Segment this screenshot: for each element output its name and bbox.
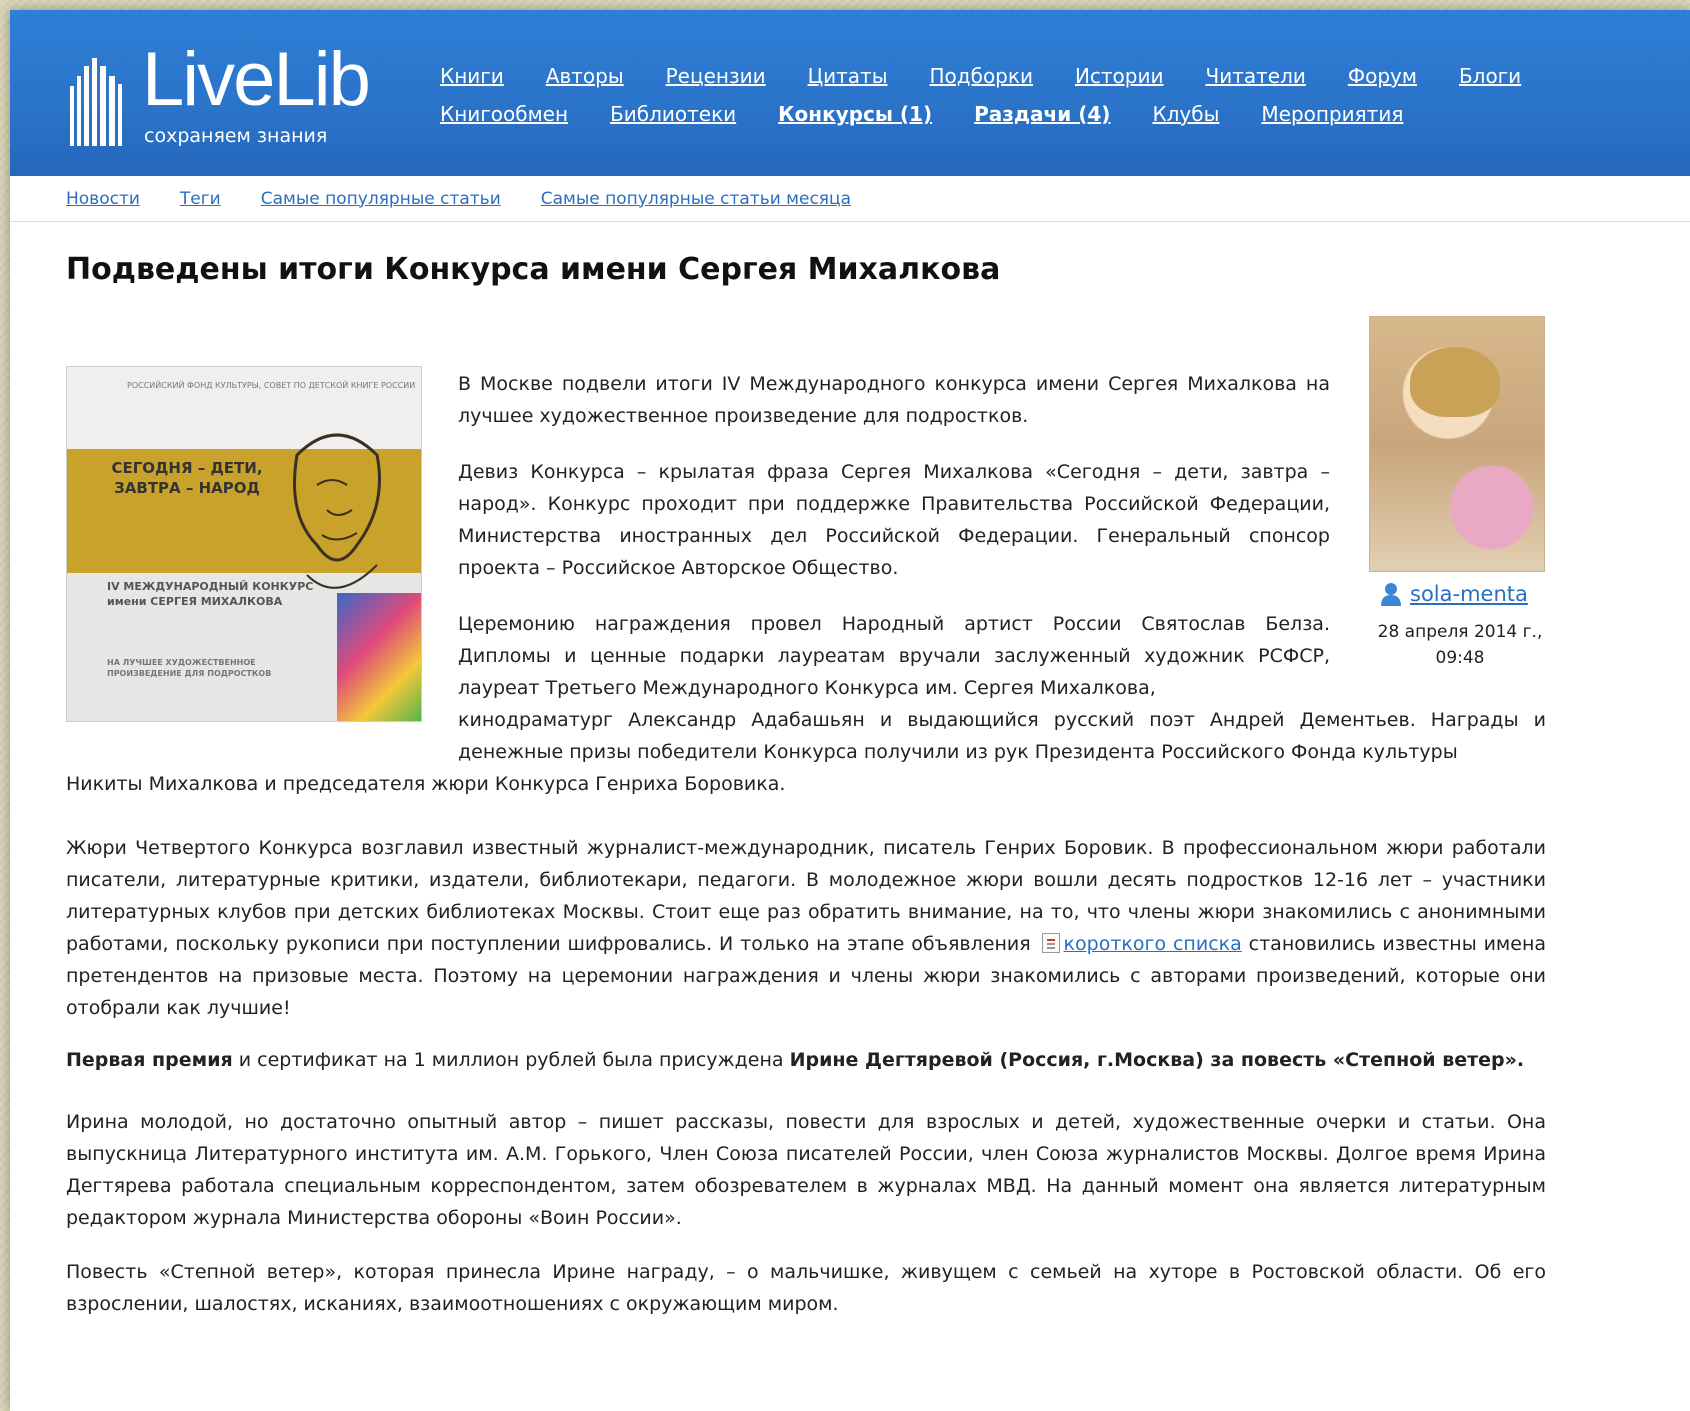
- logo-tagline: сохраняем знания: [144, 125, 328, 147]
- article-paragraph-2: Девиз Конкурса – крылатая фраза Сергея М…: [458, 461, 1330, 579]
- cover-slogan: СЕГОДНЯ – ДЕТИ, ЗАВТРА – НАРОД: [111, 459, 263, 497]
- page: LiveLib сохраняем знания Книги Авторы Ре…: [10, 10, 1690, 1411]
- nav-clubs[interactable]: Клубы: [1152, 102, 1219, 126]
- user-icon: [1381, 583, 1401, 606]
- article-paragraph-6: Ирина молодой, но достаточно опытный авт…: [66, 1111, 1546, 1229]
- publish-date-day: 28 апреля 2014 г.,: [1377, 622, 1543, 642]
- nav-authors[interactable]: Авторы: [546, 64, 624, 88]
- nav-libraries[interactable]: Библиотеки: [610, 102, 736, 126]
- nav-giveaways[interactable]: Раздачи (4): [974, 102, 1110, 126]
- nav-books[interactable]: Книги: [440, 64, 504, 88]
- author-link[interactable]: sola-menta: [1410, 582, 1528, 606]
- nav-collections[interactable]: Подборки: [930, 64, 1033, 88]
- nav-reviews[interactable]: Рецензии: [666, 64, 766, 88]
- nav-forum[interactable]: Форум: [1348, 64, 1417, 88]
- subnav-tags[interactable]: Теги: [180, 189, 221, 209]
- document-icon: [1041, 933, 1060, 953]
- article-paragraph-3-part-3: Никиты Михалкова и председателя жюри Кон…: [66, 773, 786, 795]
- livelib-logo[interactable]: LiveLib сохраняем знания: [70, 42, 371, 148]
- logo-name: LiveLib: [142, 37, 371, 122]
- article-title: Подведены итоги Конкурса имени Сергея Ми…: [66, 252, 1001, 287]
- first-prize-label: Первая премия: [66, 1049, 233, 1071]
- avatar-portrait-detail: [1410, 347, 1500, 417]
- subnav-popular-articles[interactable]: Самые популярные статьи: [261, 189, 501, 209]
- paragraph-5-text: и сертификат на 1 миллион рублей была пр…: [232, 1049, 790, 1071]
- sub-navigation: Новости Теги Самые популярные статьи Сам…: [10, 176, 1690, 222]
- site-header: LiveLib сохраняем знания Книги Авторы Ре…: [10, 10, 1690, 176]
- nav-stories[interactable]: Истории: [1075, 64, 1164, 88]
- subnav-news[interactable]: Новости: [66, 189, 140, 209]
- nav-book-exchange[interactable]: Книгообмен: [440, 102, 568, 126]
- book-cover-image[interactable]: РОССИЙСКИЙ ФОНД КУЛЬТУРЫ, СОВЕТ ПО ДЕТСК…: [66, 366, 422, 722]
- subnav-popular-articles-month[interactable]: Самые популярные статьи месяца: [541, 189, 851, 209]
- cover-top-text: РОССИЙСКИЙ ФОНД КУЛЬТУРЫ, СОВЕТ ПО ДЕТСК…: [127, 381, 416, 390]
- nav-contests[interactable]: Конкурсы (1): [778, 102, 932, 126]
- main-nav-row-2: Книгообмен Библиотеки Конкурсы (1) Разда…: [440, 102, 1445, 126]
- nav-events[interactable]: Мероприятия: [1261, 102, 1403, 126]
- article-paragraph-7: Повесть «Степной ветер», которая принесл…: [66, 1261, 1546, 1315]
- nav-quotes[interactable]: Цитаты: [808, 64, 888, 88]
- short-list-link[interactable]: короткого списка: [1064, 933, 1242, 955]
- publish-date: 28 апреля 2014 г., 09:48: [1365, 620, 1555, 671]
- author-info: sola-menta: [1380, 582, 1528, 606]
- article-paragraph-3-part-1: Церемонию награждения провел Народный ар…: [458, 613, 1330, 699]
- article-paragraph-5: Первая премия и сертификат на 1 миллион …: [66, 1044, 1546, 1076]
- article-paragraph-1: В Москве подвели итоги IV Международного…: [458, 373, 1330, 427]
- article-paragraph-3-part-2: кинодраматург Александр Адабашьян и выда…: [458, 709, 1546, 763]
- cover-children-painting: [337, 593, 421, 721]
- logo-bars-icon: [70, 58, 125, 146]
- cover-portrait-sketch: [293, 433, 381, 589]
- main-nav-row-1: Книги Авторы Рецензии Цитаты Подборки Ис…: [440, 64, 1563, 88]
- author-avatar[interactable]: [1369, 316, 1545, 572]
- winner-name: Ирине Дегтяревой (Россия, г.Москва) за п…: [789, 1049, 1525, 1071]
- nav-blogs[interactable]: Блоги: [1459, 64, 1521, 88]
- cover-subtitle: НА ЛУЧШЕЕ ХУДОЖЕСТВЕННОЕ ПРОИЗВЕДЕНИЕ ДЛ…: [107, 658, 272, 679]
- publish-date-time: 09:48: [1435, 647, 1485, 668]
- article-paragraph-4: Жюри Четвертого Конкурса возглавил извес…: [66, 832, 1546, 1024]
- nav-readers[interactable]: Читатели: [1206, 64, 1306, 88]
